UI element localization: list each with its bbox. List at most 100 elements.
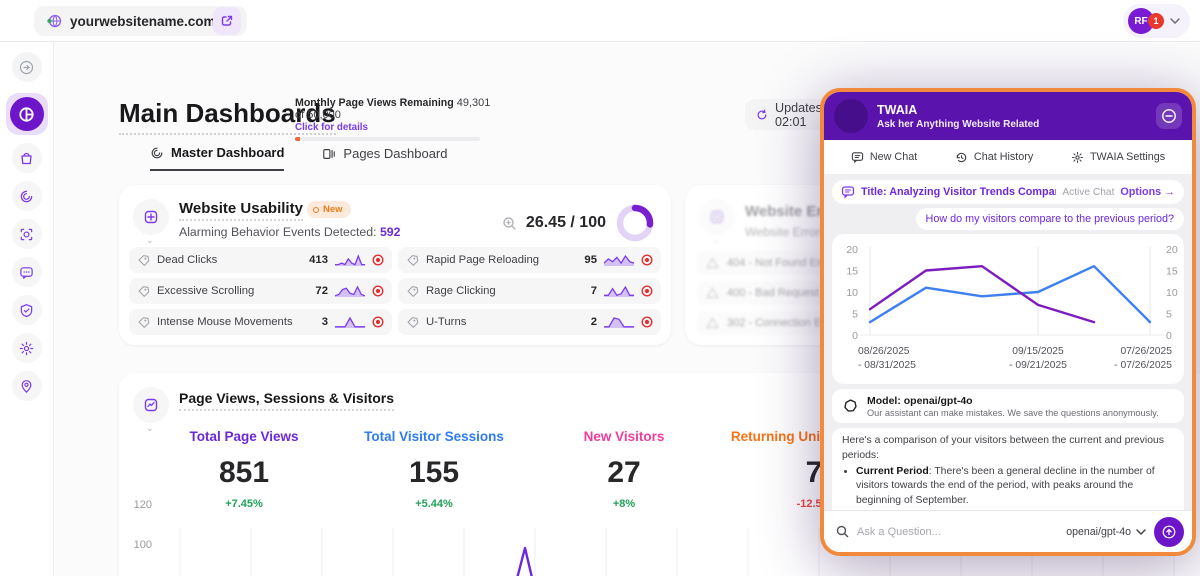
sparkline: [335, 316, 365, 329]
svg-text:5: 5: [852, 309, 858, 321]
warning-triangle-icon: [706, 317, 719, 329]
usability-event-row[interactable]: Rage Clicking7: [398, 278, 661, 304]
tag-icon: [406, 316, 419, 329]
svg-text:0: 0: [1166, 330, 1172, 342]
website-name: yourwebsitename.com: [70, 14, 216, 29]
tab-label: Chat History: [974, 151, 1033, 163]
shield-check-icon: [19, 303, 34, 318]
website-usability-card: ⌄ Website Usability New Alarming Behavio…: [119, 185, 671, 345]
svg-text:08/26/2025: 08/26/2025: [858, 346, 910, 357]
tag-icon: [137, 285, 150, 298]
tab-chat-history[interactable]: Chat History: [955, 151, 1033, 164]
ai-assistant-panel: TWAIA Ask her Anything Website Related N…: [820, 88, 1196, 556]
model-label: Model: openai/gpt-4o: [867, 395, 1159, 407]
sidebar: [0, 43, 54, 576]
svg-text:- 07/26/2025: - 07/26/2025: [1114, 360, 1172, 371]
sidebar-item-master-dashboard[interactable]: [12, 181, 42, 211]
store-bag-icon: [19, 151, 34, 166]
comparison-chart-card: 202015151010550008/26/2025- 08/31/202509…: [832, 234, 1184, 384]
warning-triangle-icon: [706, 287, 719, 299]
svg-text:10: 10: [1166, 287, 1178, 299]
sidebar-item-visitors-map[interactable]: [12, 371, 42, 401]
score-value: 26.45 / 100: [526, 214, 606, 232]
usability-robot-icon[interactable]: [133, 199, 169, 235]
tab-twaia-settings[interactable]: TWAIA Settings: [1071, 151, 1165, 164]
chat-title-bar: Title: Analyzing Visitor Trends Compared…: [832, 180, 1184, 204]
record-icon[interactable]: [372, 285, 384, 297]
tab-master-dashboard[interactable]: Master Dashboard: [150, 145, 284, 171]
usability-event-row[interactable]: Rapid Page Reloading95: [398, 247, 661, 273]
model-bar: Model: openai/gpt-4o Our assistant can m…: [832, 389, 1184, 423]
model-disclaimer: Our assistant can make mistakes. We save…: [867, 408, 1159, 418]
response-intro: Here's a comparison of your visitors bet…: [842, 434, 1174, 464]
sidebar-item-settings[interactable]: [12, 333, 42, 363]
event-count: 413: [309, 254, 328, 266]
comparison-chart: 202015151010550008/26/2025- 08/31/202509…: [836, 239, 1188, 381]
tab-label: TWAIA Settings: [1090, 151, 1165, 163]
sidebar-item-security[interactable]: [12, 295, 42, 325]
spiral-icon: [150, 146, 164, 160]
record-icon[interactable]: [641, 254, 653, 266]
sidebar-item-feedback[interactable]: [12, 257, 42, 287]
assistant-header: TWAIA Ask her Anything Website Related: [824, 92, 1192, 140]
location-person-icon: [19, 379, 34, 394]
svg-text:07/26/2025: 07/26/2025: [1120, 346, 1172, 357]
open-website-button[interactable]: [213, 7, 241, 35]
dashboard-tabs: Master Dashboard Pages Dashboard: [150, 145, 448, 171]
svg-text:- 09/21/2025: - 09/21/2025: [1009, 360, 1067, 371]
usability-event-row[interactable]: Dead Clicks413: [129, 247, 392, 273]
options-link[interactable]: Options →: [1120, 186, 1175, 198]
event-label: Excessive Scrolling: [157, 285, 308, 297]
assistant-body: Title: Analyzing Visitor Trends Compared…: [824, 174, 1192, 520]
event-label: U-Turns: [426, 316, 584, 328]
sidebar-item-session-recordings[interactable]: [12, 219, 42, 249]
model-select-value: openai/gpt-4o: [1066, 526, 1131, 538]
error-robot-icon[interactable]: [699, 199, 735, 235]
svg-text:0: 0: [852, 330, 858, 342]
event-count: 7: [591, 285, 597, 297]
active-chat-label: Active Chat: [1062, 187, 1114, 198]
refresh-icon: [756, 108, 768, 122]
svg-text:15: 15: [1166, 266, 1178, 278]
tab-new-chat[interactable]: New Chat: [851, 151, 917, 164]
usability-subtitle: Alarming Behavior Events Detected: 592: [179, 225, 400, 239]
pageviews-chart-icon[interactable]: [133, 387, 169, 423]
globe-icon: [46, 13, 62, 29]
usability-event-row[interactable]: Intense Mouse Movements3: [129, 309, 392, 335]
chevron-down-icon: ⌄: [712, 235, 720, 246]
tab-pages-dashboard[interactable]: Pages Dashboard: [322, 145, 447, 171]
model-select[interactable]: openai/gpt-4o: [1066, 526, 1146, 538]
usability-event-row[interactable]: U-Turns2: [398, 309, 661, 335]
send-button[interactable]: [1154, 517, 1184, 547]
tag-icon: [406, 285, 419, 298]
svg-text:10: 10: [846, 287, 858, 299]
event-count: 95: [584, 254, 597, 266]
record-icon[interactable]: [641, 316, 653, 328]
record-icon[interactable]: [641, 285, 653, 297]
collapse-arrow-icon[interactable]: [12, 52, 42, 82]
metric-value: 155: [339, 456, 529, 490]
history-icon: [955, 151, 968, 164]
score-magnifier-icon: [502, 216, 517, 231]
minimize-button[interactable]: [1156, 103, 1182, 129]
user-menu[interactable]: RF 1: [1123, 4, 1190, 38]
question-input[interactable]: [857, 526, 1058, 538]
tab-label: Master Dashboard: [171, 145, 284, 160]
click-for-details-link[interactable]: Click for details: [295, 122, 495, 133]
sidebar-item-store[interactable]: [12, 143, 42, 173]
sparkline: [335, 285, 365, 298]
svg-text:09/15/2025: 09/15/2025: [1012, 346, 1064, 357]
record-icon[interactable]: [372, 254, 384, 266]
response-bullet: Current Period: There's been a general d…: [856, 465, 1174, 509]
svg-text:20: 20: [1166, 244, 1178, 256]
alarming-events-count: 592: [380, 225, 401, 239]
sparkline: [604, 254, 634, 267]
svg-text:15: 15: [846, 266, 858, 278]
usability-event-row[interactable]: Excessive Scrolling72: [129, 278, 392, 304]
external-link-icon: [220, 14, 234, 28]
assistant-tabs: New Chat Chat History TWAIA Settings: [824, 140, 1192, 174]
metric-value: 27: [529, 456, 719, 490]
record-icon[interactable]: [372, 316, 384, 328]
sidebar-item-dashboard-active[interactable]: [6, 93, 48, 135]
metric-label: New Visitors: [529, 429, 719, 444]
